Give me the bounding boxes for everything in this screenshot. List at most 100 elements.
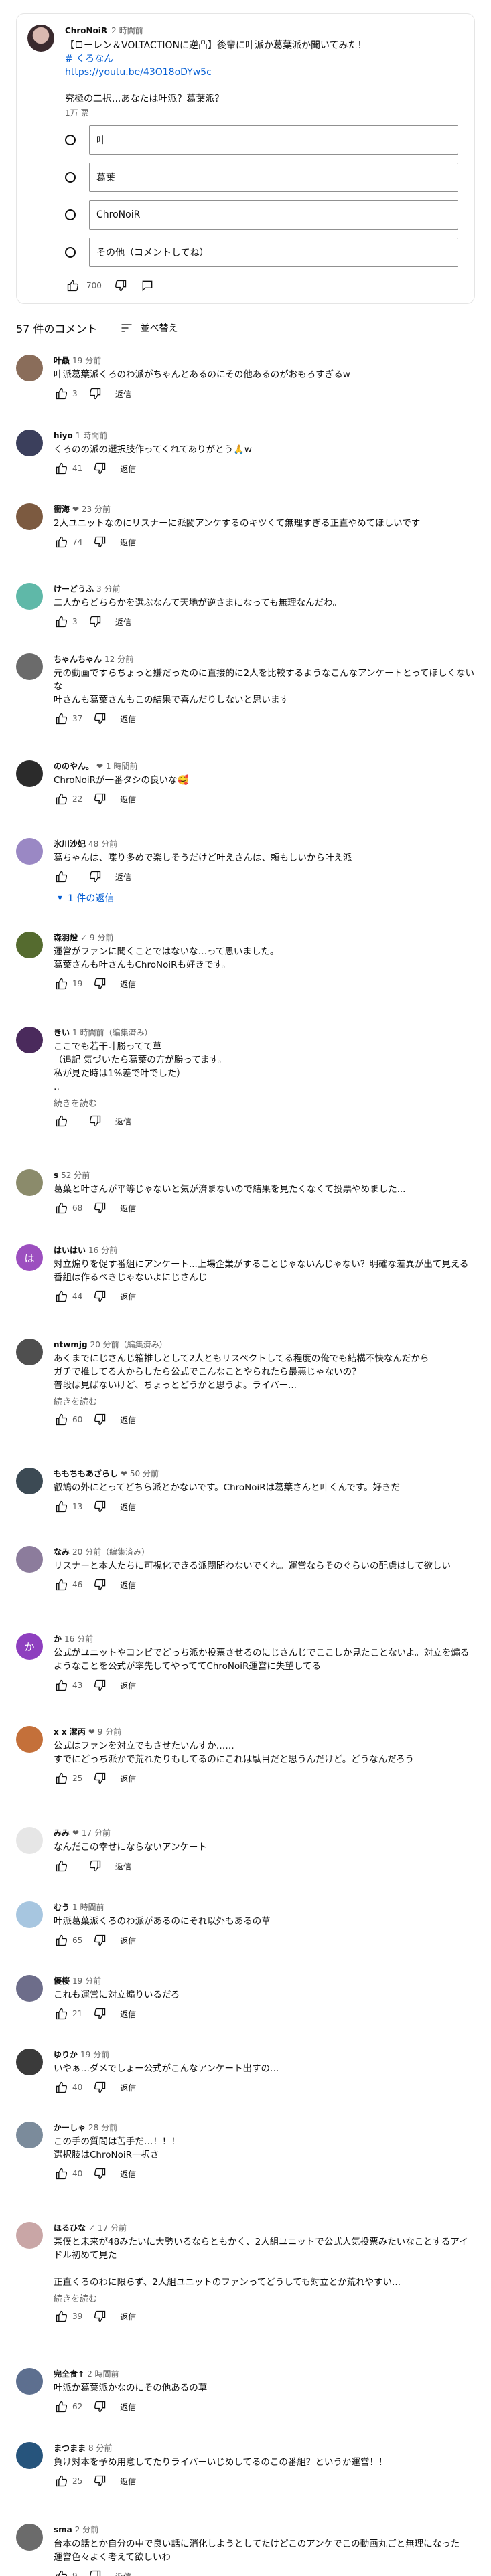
reply-button[interactable]: 返信 (115, 1861, 131, 1872)
poll-option-label[interactable]: 叶 (89, 125, 458, 155)
thumbs-down-icon[interactable] (92, 1411, 108, 1428)
thumbs-down-icon[interactable] (92, 976, 108, 992)
thumbs-up-icon[interactable] (54, 1577, 70, 1593)
thumbs-down-icon[interactable] (92, 1932, 108, 1948)
commenter-avatar[interactable] (16, 2442, 43, 2469)
reply-button[interactable]: 返信 (120, 794, 136, 805)
thumbs-down-icon[interactable] (92, 1770, 108, 1786)
sort-button[interactable]: 並べ替え (119, 320, 178, 336)
comment-author[interactable]: みみ (54, 1828, 70, 1838)
commenter-avatar[interactable] (16, 760, 43, 787)
poll-option-label[interactable]: 葛葉 (89, 163, 458, 192)
comment-author[interactable]: s (54, 1171, 58, 1180)
reply-button[interactable]: 返信 (120, 1203, 136, 1214)
reply-button[interactable]: 返信 (120, 2008, 136, 2020)
read-more-link[interactable]: 続きを読む (54, 1096, 475, 1109)
poll-option[interactable]: 葛葉 (65, 163, 458, 192)
radio-icon[interactable] (65, 172, 76, 183)
poll-option[interactable]: その他（コメントしてね） (65, 238, 458, 267)
reply-button[interactable]: 返信 (120, 2311, 136, 2322)
comment-author[interactable]: ほるひな (54, 2223, 86, 2233)
comment-author[interactable]: 優桜 (54, 1976, 70, 1986)
post-time[interactable]: 2 時間前 (111, 26, 143, 35)
comment-time[interactable]: 17 分前 (82, 1828, 111, 1838)
thumbs-up-icon[interactable] (54, 2568, 70, 2576)
thumbs-down-icon[interactable] (87, 1858, 103, 1874)
thumbs-up-icon[interactable] (54, 2473, 70, 2489)
comment-time[interactable]: 19 分前 (80, 2050, 109, 2059)
commenter-avatar[interactable] (16, 838, 43, 865)
radio-icon[interactable] (65, 209, 76, 220)
reply-button[interactable]: 返信 (115, 388, 131, 400)
thumbs-down-icon[interactable] (92, 2308, 108, 2324)
comment-author[interactable]: けーどうふ (54, 584, 94, 594)
thumbs-down-icon[interactable] (87, 1113, 103, 1129)
thumbs-up-icon[interactable] (54, 614, 70, 630)
commenter-avatar[interactable] (16, 583, 43, 610)
comment-time[interactable]: 16 分前 (88, 1246, 117, 1255)
thumbs-down-icon[interactable] (113, 278, 129, 294)
comment-author[interactable]: きい (54, 1028, 70, 1037)
thumbs-up-icon[interactable] (54, 1932, 70, 1948)
reply-button[interactable]: 返信 (120, 1501, 136, 1513)
comment-time[interactable]: 52 分前 (61, 1171, 90, 1180)
comment-author[interactable]: むう (54, 1903, 70, 1912)
thumbs-down-icon[interactable] (87, 2568, 103, 2576)
thumbs-up-icon[interactable] (54, 2308, 70, 2324)
comment-author[interactable]: 完全食↑ (54, 2369, 84, 2379)
thumbs-up-icon[interactable] (54, 385, 70, 402)
poll-option-label[interactable]: ChroNoiR (89, 200, 458, 230)
thumbs-up-icon[interactable] (54, 2166, 70, 2182)
thumbs-up-icon[interactable] (54, 711, 70, 727)
commenter-avatar[interactable] (16, 2049, 43, 2075)
thumbs-down-icon[interactable] (92, 460, 108, 477)
thumbs-up-icon[interactable] (54, 2006, 70, 2022)
comment-time[interactable]: 2 時間前 (87, 2369, 119, 2379)
thumbs-down-icon[interactable] (92, 2399, 108, 2415)
reply-button[interactable]: 返信 (115, 2571, 131, 2576)
comment-time[interactable]: 1 時間前 (106, 762, 137, 771)
reply-button[interactable]: 返信 (120, 978, 136, 990)
commenter-avatar[interactable] (16, 1827, 43, 1854)
reply-button[interactable]: 返信 (120, 2476, 136, 2487)
reply-button[interactable]: 返信 (120, 1773, 136, 1784)
comment-time[interactable]: 1 時間前 (72, 1903, 104, 1912)
commenter-avatar[interactable] (16, 503, 43, 530)
commenter-avatar[interactable] (16, 430, 43, 456)
thumbs-down-icon[interactable] (87, 869, 103, 885)
comment-author[interactable]: x x 潔丙 (54, 1727, 86, 1737)
poll-option[interactable]: 叶 (65, 125, 458, 155)
thumbs-down-icon[interactable] (87, 614, 103, 630)
reply-button[interactable]: 返信 (120, 713, 136, 725)
comment-author[interactable]: 森羽燈 (54, 933, 78, 942)
thumbs-down-icon[interactable] (92, 1200, 108, 1216)
comment-author[interactable]: 衝海 (54, 505, 70, 514)
commenter-avatar[interactable] (16, 1975, 43, 2002)
channel-avatar[interactable] (27, 25, 54, 52)
commenter-avatar[interactable] (16, 932, 43, 958)
thumbs-up-icon[interactable] (54, 1770, 70, 1786)
reply-button[interactable]: 返信 (120, 1579, 136, 1591)
commenter-avatar[interactable] (16, 355, 43, 381)
poll-option[interactable]: ChroNoiR (65, 200, 458, 230)
reply-button[interactable]: 返信 (120, 2401, 136, 2413)
thumbs-down-icon[interactable] (92, 1288, 108, 1304)
comment-author[interactable]: ntwmjg (54, 1340, 88, 1349)
thumbs-up-icon[interactable] (54, 1498, 70, 1515)
commenter-avatar[interactable]: か (16, 1633, 43, 1660)
reply-button[interactable]: 返信 (115, 871, 131, 883)
commenter-avatar[interactable] (16, 1726, 43, 1753)
thumbs-down-icon[interactable] (92, 791, 108, 807)
comment-time[interactable]: 19 分前 (72, 1976, 101, 1986)
thumbs-down-icon[interactable] (92, 1498, 108, 1515)
commenter-avatar[interactable] (16, 1546, 43, 1573)
thumbs-down-icon[interactable] (92, 534, 108, 550)
thumbs-up-icon[interactable] (54, 2079, 70, 2095)
comment-time[interactable]: 1 時間前（編集済み） (72, 1028, 152, 1037)
comment-author[interactable]: ののやん。 (54, 762, 94, 771)
comment-time[interactable]: 20 分前（編集済み） (72, 1547, 149, 1557)
comment-author[interactable]: ゆりか (54, 2050, 78, 2059)
comment-time[interactable]: 8 分前 (88, 2443, 112, 2453)
comment-time[interactable]: 9 分前 (90, 933, 113, 942)
thumbs-down-icon[interactable] (92, 1677, 108, 1693)
